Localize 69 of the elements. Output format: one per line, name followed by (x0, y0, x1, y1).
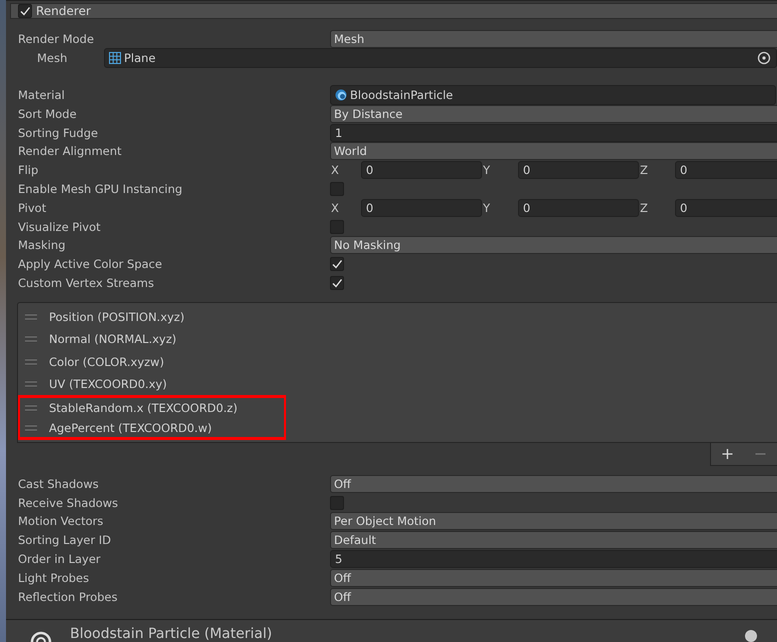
checkbox[interactable] (330, 257, 344, 272)
target-icon[interactable] (757, 51, 771, 66)
checkbox[interactable] (330, 220, 344, 234)
drag-handle-icon[interactable] (25, 336, 37, 342)
field-label: Motion Vectors (18, 514, 104, 528)
sphere-icon (335, 89, 347, 101)
number-field[interactable]: 1 (330, 124, 777, 142)
grid-icon (109, 52, 121, 64)
dropdown[interactable]: Off (330, 474, 777, 493)
stream-item[interactable]: Normal (NORMAL.xyz) (18, 328, 286, 350)
dropdown[interactable]: Off (330, 588, 777, 606)
axis-label: X (330, 163, 340, 178)
number-field[interactable]: 0 (675, 161, 777, 180)
axis-label: Z (639, 200, 649, 215)
number-field[interactable]: 0 (361, 198, 482, 217)
field-label: Sorting Layer ID (18, 533, 112, 548)
axis-label: X (330, 200, 340, 215)
dropdown[interactable]: Mesh (330, 30, 777, 48)
stream-item[interactable]: Position (POSITION.xyz) (18, 305, 286, 328)
axis-label: Y (482, 163, 492, 178)
field-label: Order in Layer (18, 552, 102, 566)
object-field[interactable]: BloodstainParticle (330, 85, 776, 105)
field-label: Mesh (36, 51, 68, 66)
field-label: Apply Active Color Space (18, 257, 164, 272)
drag-handle-icon[interactable] (25, 405, 37, 412)
drag-handle-icon[interactable] (25, 424, 37, 431)
field-label: Sorting Fudge (18, 126, 99, 140)
number-field[interactable]: 0 (361, 161, 482, 180)
drag-handle-icon[interactable] (25, 381, 37, 388)
field-label: Cast Shadows (18, 476, 100, 491)
field-label: Custom Vertex Streams (18, 276, 155, 290)
field-label: Masking (18, 238, 66, 252)
field-label: Render Mode (18, 32, 95, 46)
checkbox[interactable] (330, 276, 344, 290)
stream-item[interactable]: UV (TEXCOORD0.xy) (18, 372, 286, 396)
field-label: Sort Mode (18, 106, 78, 121)
field-label: Receive Shadows (18, 496, 120, 510)
dropdown[interactable]: World (330, 142, 777, 160)
checkbox[interactable] (330, 496, 344, 510)
axis-label: Z (639, 163, 649, 178)
drag-handle-icon[interactable] (25, 358, 37, 365)
checkbox[interactable] (330, 182, 344, 196)
dropdown[interactable]: No Masking (330, 236, 777, 254)
stream-item[interactable]: Color (COLOR.xyzw) (18, 350, 286, 373)
field-label: Enable Mesh GPU Instancing (18, 182, 184, 196)
field-label: Flip (18, 163, 40, 178)
dropdown[interactable]: Per Object Motion (330, 512, 777, 530)
stream-item[interactable]: StableRandom.x (TEXCOORD0.z) (18, 395, 286, 418)
number-field[interactable]: 0 (518, 198, 639, 217)
field-label: Material (18, 88, 66, 102)
field-label: Reflection Probes (18, 590, 118, 604)
drag-handle-icon[interactable] (25, 314, 37, 320)
field-label: Pivot (18, 200, 48, 215)
stream-item[interactable]: AgePercent (TEXCOORD0.w) (18, 418, 286, 440)
material-title: Bloodstain Particle (Material) (70, 626, 274, 642)
dropdown[interactable]: Default (330, 531, 777, 550)
number-field[interactable]: 0 (518, 161, 639, 180)
module-header[interactable]: Renderer (10, 3, 777, 19)
dropdown[interactable]: Off (330, 568, 777, 587)
number-field[interactable]: 5 (330, 550, 777, 568)
axis-label: Y (482, 200, 492, 215)
field-label: Render Alignment (18, 144, 123, 158)
checkbox[interactable] (18, 4, 32, 18)
number-field[interactable]: 0 (675, 198, 777, 217)
field-label: Visualize Pivot (18, 220, 102, 234)
dropdown[interactable]: By Distance (330, 104, 777, 123)
field-label: Light Probes (18, 570, 90, 585)
object-field[interactable]: Plane (104, 48, 777, 68)
add-button[interactable]: + (716, 445, 738, 464)
